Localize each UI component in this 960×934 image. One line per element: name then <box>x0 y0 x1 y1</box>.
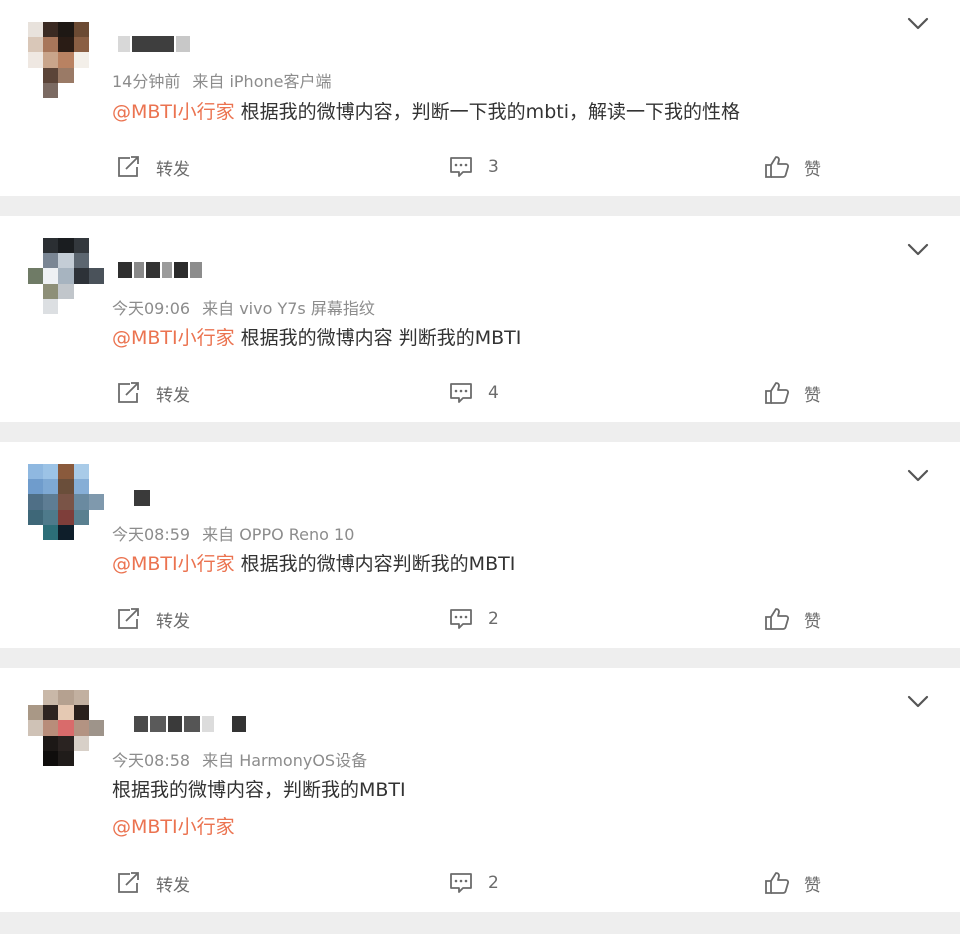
post-meta: 今天09:06 来自 vivo Y7s 屏幕指纹 <box>112 295 375 319</box>
username-redacted[interactable] <box>118 36 190 52</box>
post-text-mention: @MBTI小行家 <box>112 814 235 840</box>
comment-bubble-icon <box>448 871 474 895</box>
like-label: 赞 <box>804 159 821 180</box>
avatar[interactable] <box>28 464 104 540</box>
post-source: 来自 vivo Y7s 屏幕指纹 <box>202 299 375 318</box>
like-button[interactable]: 赞 <box>764 152 821 182</box>
post-card: 今天08:59 来自 OPPO Reno 10 @MBTI小行家 根据我的微博内容… <box>0 442 960 648</box>
share-arrow-icon <box>116 871 142 895</box>
action-bar: 转发 3 赞 <box>0 152 960 182</box>
chevron-down-icon[interactable] <box>906 466 930 486</box>
mention-link[interactable]: @MBTI小行家 <box>112 327 235 349</box>
mention-link[interactable]: @MBTI小行家 <box>112 816 235 838</box>
post-body: 根据我的微博内容 判断我的MBTI <box>234 327 522 349</box>
mention-link[interactable]: @MBTI小行家 <box>112 101 235 123</box>
comment-button[interactable]: 4 <box>448 378 499 408</box>
avatar[interactable] <box>28 22 104 98</box>
action-bar: 转发 2 赞 <box>0 604 960 634</box>
username-redacted[interactable] <box>134 490 150 506</box>
post-source: 来自 iPhone客户端 <box>192 72 332 91</box>
post-meta: 14分钟前 来自 iPhone客户端 <box>112 68 331 92</box>
avatar[interactable] <box>28 238 104 314</box>
post-text: @MBTI小行家 根据我的微博内容 判断我的MBTI <box>112 325 521 351</box>
post-text: @MBTI小行家 根据我的微博内容判断我的MBTI <box>112 551 515 577</box>
post-time: 今天09:06 <box>112 299 191 318</box>
chevron-down-icon[interactable] <box>906 14 930 34</box>
thumbs-up-icon <box>764 607 790 631</box>
action-bar: 转发 4 赞 <box>0 378 960 408</box>
share-arrow-icon <box>116 155 142 179</box>
comment-button[interactable]: 2 <box>448 868 499 898</box>
thumbs-up-icon <box>764 155 790 179</box>
repost-button[interactable]: 转发 <box>116 378 190 408</box>
action-bar: 转发 2 赞 <box>0 868 960 898</box>
like-label: 赞 <box>804 875 821 896</box>
post-time: 14分钟前 <box>112 72 181 91</box>
post-source: 来自 HarmonyOS设备 <box>202 751 368 770</box>
repost-button[interactable]: 转发 <box>116 152 190 182</box>
post-card: 今天09:06 来自 vivo Y7s 屏幕指纹 @MBTI小行家 根据我的微博内… <box>0 216 960 422</box>
like-button[interactable]: 赞 <box>764 378 821 408</box>
comment-button[interactable]: 3 <box>448 152 499 182</box>
repost-label: 转发 <box>156 611 190 632</box>
post-meta: 今天08:58 来自 HarmonyOS设备 <box>112 747 367 771</box>
post-body: 根据我的微博内容，判断我的MBTI <box>112 779 406 801</box>
chevron-down-icon[interactable] <box>906 240 930 260</box>
comment-count: 2 <box>488 609 499 629</box>
comment-count: 3 <box>488 157 499 177</box>
post-time: 今天08:58 <box>112 751 191 770</box>
avatar[interactable] <box>28 690 104 766</box>
post-time: 今天08:59 <box>112 525 191 544</box>
repost-label: 转发 <box>156 159 190 180</box>
repost-button[interactable]: 转发 <box>116 604 190 634</box>
like-label: 赞 <box>804 385 821 406</box>
comment-bubble-icon <box>448 381 474 405</box>
thumbs-up-icon <box>764 871 790 895</box>
post-text: @MBTI小行家 根据我的微博内容，判断一下我的mbti，解读一下我的性格 <box>112 99 740 125</box>
comment-count: 4 <box>488 383 499 403</box>
comment-bubble-icon <box>448 155 474 179</box>
post-card: 今天08:58 来自 HarmonyOS设备 根据我的微博内容，判断我的MBTI … <box>0 668 960 912</box>
post-meta: 今天08:59 来自 OPPO Reno 10 <box>112 521 354 545</box>
chevron-down-icon[interactable] <box>906 692 930 712</box>
like-button[interactable]: 赞 <box>764 604 821 634</box>
weibo-feed: 14分钟前 来自 iPhone客户端 @MBTI小行家 根据我的微博内容，判断一下… <box>0 0 960 934</box>
repost-button[interactable]: 转发 <box>116 868 190 898</box>
post-body: 根据我的微博内容判断我的MBTI <box>234 553 516 575</box>
comment-button[interactable]: 2 <box>448 604 499 634</box>
like-button[interactable]: 赞 <box>764 868 821 898</box>
mention-link[interactable]: @MBTI小行家 <box>112 553 235 575</box>
username-redacted[interactable] <box>118 262 202 278</box>
like-label: 赞 <box>804 611 821 632</box>
thumbs-up-icon <box>764 381 790 405</box>
post-card: 14分钟前 来自 iPhone客户端 @MBTI小行家 根据我的微博内容，判断一下… <box>0 0 960 196</box>
username-redacted[interactable] <box>134 716 246 732</box>
repost-label: 转发 <box>156 875 190 896</box>
post-body: 根据我的微博内容，判断一下我的mbti，解读一下我的性格 <box>234 101 740 123</box>
comment-count: 2 <box>488 873 499 893</box>
share-arrow-icon <box>116 381 142 405</box>
share-arrow-icon <box>116 607 142 631</box>
comment-bubble-icon <box>448 607 474 631</box>
repost-label: 转发 <box>156 385 190 406</box>
post-source: 来自 OPPO Reno 10 <box>202 525 355 544</box>
